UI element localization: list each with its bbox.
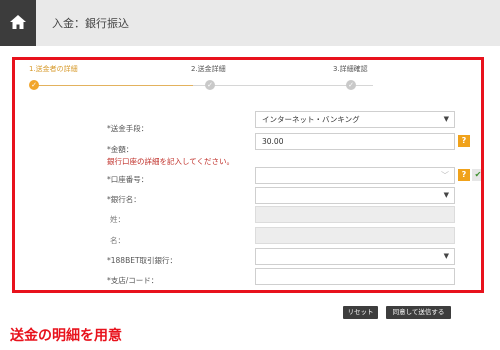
step-2-label: 2.送金詳細 [191, 65, 226, 73]
account-number-help-icon[interactable]: ? [458, 169, 470, 181]
method-label: *送金手段： [107, 124, 149, 133]
home-button[interactable] [0, 0, 36, 46]
account-number-select[interactable]: ﹀ [255, 167, 455, 184]
select-arrow-icon: ▼ [443, 115, 449, 123]
step-3-label: 3.詳細確認 [333, 65, 368, 73]
step-1-check-icon: ✓ [29, 80, 39, 90]
agree-submit-button[interactable]: 同意して送信する [386, 306, 451, 319]
step-1-label: 1.送金者の詳細 [29, 65, 78, 73]
account-number-label: *口座番号： [107, 175, 149, 184]
select-arrow-icon: ▼ [443, 252, 449, 260]
first-name-input[interactable] [255, 227, 455, 244]
bank-name-select[interactable]: ▼ [255, 187, 455, 204]
amount-label: *金額： [107, 145, 134, 154]
step-2-check-icon: ✓ [205, 80, 215, 90]
select-arrow-icon: ▼ [443, 191, 449, 199]
amount-input[interactable]: 30.00 [255, 133, 455, 150]
step-3-check-icon: ✓ [346, 80, 356, 90]
account-number-ok-icon: ✔ [472, 169, 481, 181]
bank-name-label: *銀行名： [107, 195, 141, 204]
chevron-down-icon: ﹀ [441, 171, 449, 180]
page-title: 入金：銀行振込 [52, 17, 129, 30]
188bet-bank-label: *188BET取引銀行： [107, 256, 178, 265]
page-header: 入金：銀行振込 [0, 0, 500, 46]
caption-text: 送金の明細を用意 [10, 328, 122, 344]
home-icon [10, 15, 26, 29]
last-name-input[interactable] [255, 206, 455, 223]
method-select[interactable]: インターネット・バンキング ▼ [255, 111, 455, 128]
reset-button[interactable]: リセット [343, 306, 378, 319]
step-track-progress [33, 85, 193, 86]
first-name-label: 名： [110, 236, 125, 245]
bank-details-notice: 銀行口座の詳細を記入してください。 [107, 157, 235, 166]
188bet-bank-select[interactable]: ▼ [255, 248, 455, 265]
highlight-frame: 1.送金者の詳細 2.送金詳細 3.詳細確認 ✓ ✓ ✓ *送金手段： インター… [12, 57, 484, 293]
amount-value: 30.00 [262, 137, 284, 146]
branch-code-label: *支店/コード： [107, 276, 159, 285]
branch-code-input[interactable] [255, 268, 455, 285]
last-name-label: 姓： [110, 215, 125, 224]
method-value: インターネット・バンキング [262, 115, 360, 124]
amount-help-icon[interactable]: ? [458, 135, 470, 147]
